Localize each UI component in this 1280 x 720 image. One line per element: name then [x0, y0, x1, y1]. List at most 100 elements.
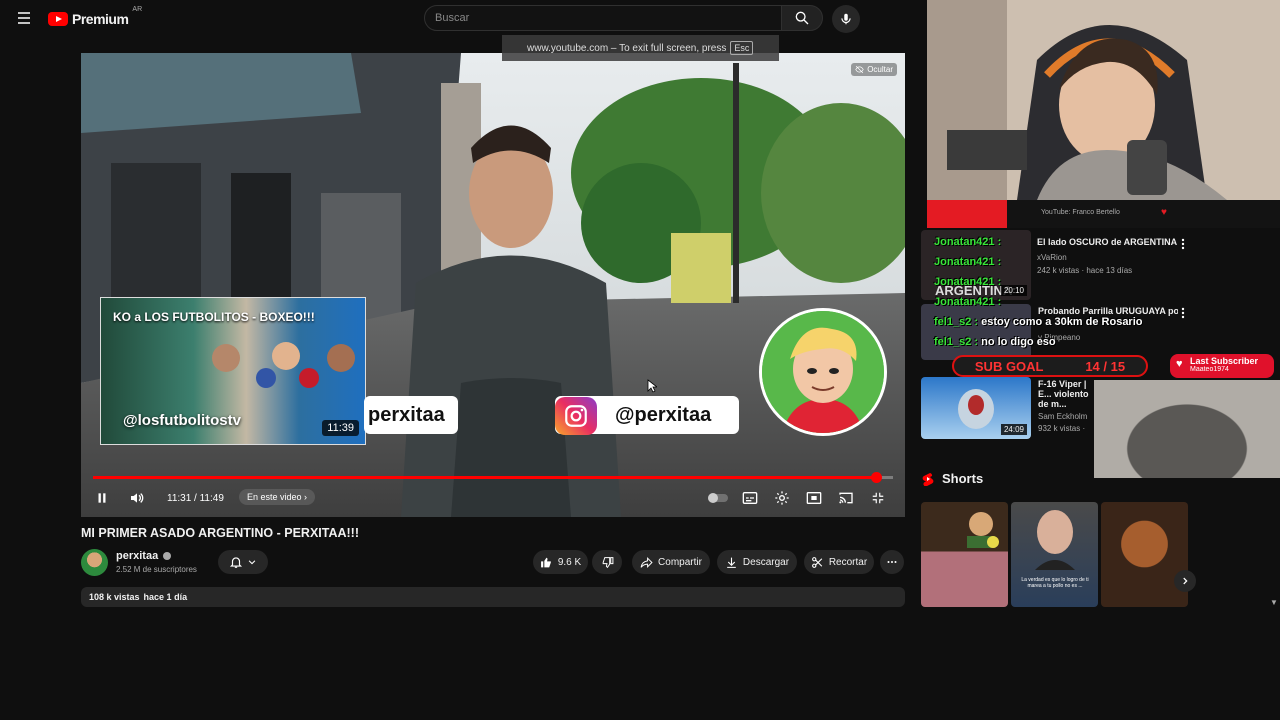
notifications-button[interactable]	[218, 550, 268, 574]
like-count: 9.6 K	[557, 556, 582, 568]
dislike-button[interactable]	[592, 550, 622, 574]
heart-icon: ♥	[1161, 207, 1167, 218]
chat-user: Jonatan421	[934, 236, 995, 248]
description-box[interactable]: 108 k vistas hace 1 día	[81, 587, 905, 607]
volume-button[interactable]	[125, 487, 149, 509]
cast-icon	[839, 492, 853, 504]
download-icon	[727, 557, 736, 568]
fullscreen-notice-text: www.youtube.com – To exit full screen, p…	[527, 42, 727, 54]
youtube-logo[interactable]: Premium AR	[48, 6, 142, 28]
clip-label: Recortar	[828, 556, 868, 568]
video-player[interactable]: Ocultar KO a LOS FUTBOLITOS - BOXEO!!! @…	[81, 53, 905, 517]
pause-button[interactable]	[91, 487, 113, 509]
chat-user: fel1_s2	[934, 316, 972, 328]
microphone-icon	[841, 13, 851, 25]
shorts-next-button[interactable]	[1174, 570, 1196, 592]
progress-fill	[93, 476, 877, 479]
time-display: 11:31 / 11:49	[167, 492, 224, 504]
menu-icon[interactable]	[12, 6, 36, 30]
scroll-down-icon[interactable]: ▼	[1270, 598, 1278, 607]
recommendation-item[interactable]: F-16 Viper | E... violento de m... Sam E…	[1038, 379, 1092, 433]
sub-goal-value: 14 / 15	[1085, 358, 1126, 374]
channel-avatar[interactable]	[81, 549, 108, 576]
chat-message: Jonatan421 :	[934, 276, 1002, 288]
more-vert-icon[interactable]	[1181, 307, 1185, 319]
share-button[interactable]: Compartir	[632, 550, 710, 574]
chat-message: Jonatan421 :	[934, 296, 1002, 308]
recommendation-title: F-16 Viper | E... violento de m...	[1038, 379, 1089, 409]
chevron-down-icon	[248, 560, 256, 565]
handle-tag-left: perxitaa	[364, 396, 458, 434]
video-frame	[81, 53, 905, 517]
fullscreen-notice: www.youtube.com – To exit full screen, p…	[502, 35, 779, 61]
like-button[interactable]: 9.6 K	[533, 550, 588, 574]
clip-button[interactable]: Recortar	[804, 550, 874, 574]
search-button[interactable]	[781, 5, 823, 31]
sub-goal-label: SUB GOAL	[974, 358, 1044, 374]
more-actions-button[interactable]	[880, 550, 904, 574]
chat-text: estoy como a 30km de Rosario	[981, 316, 1143, 328]
exit-fullscreen-button[interactable]	[865, 487, 891, 509]
hide-overlay-button[interactable]: Ocultar	[851, 63, 897, 76]
sub-goal-widget: SUB GOAL 14 / 15	[952, 355, 1148, 377]
shorts-icon	[922, 472, 934, 486]
streamer-webcam	[927, 0, 1280, 200]
hide-label: Ocultar	[867, 65, 893, 74]
short-card[interactable]	[1101, 502, 1188, 607]
chat-message: Jonatan421 :	[934, 256, 1002, 268]
thumbnail-duration: 24:09	[1000, 424, 1027, 435]
miniplayer-button[interactable]	[801, 487, 827, 509]
subtitles-button[interactable]	[737, 487, 763, 509]
chapter-button[interactable]: En este video ›	[239, 489, 316, 505]
banner-text: YouTube: Franco Bertello	[1041, 209, 1120, 216]
banner-accent	[927, 200, 1007, 228]
more-horizontal-icon	[887, 561, 897, 563]
chapter-label: En este video	[247, 492, 302, 502]
chat-user: Jonatan421	[934, 296, 995, 308]
recommendation-thumbnail[interactable]: 24:09	[921, 377, 1031, 439]
search-input[interactable]: Buscar	[424, 5, 782, 31]
subscriber-count: 2.52 M de suscriptores	[116, 565, 197, 574]
chat-user: Jonatan421	[934, 256, 995, 268]
view-count: 108 k vistas	[89, 592, 140, 602]
short-card[interactable]: La verdad es que lo logro de ti marea a …	[1011, 502, 1098, 607]
endscreen-video-card[interactable]: KO a LOS FUTBOLITOS - BOXEO!!! @losfutbo…	[100, 297, 366, 445]
endcard-title: KO a LOS FUTBOLITOS - BOXEO!!!	[113, 310, 315, 324]
endcard-figures	[212, 342, 355, 388]
endcard-handle: @losfutbolitostv	[123, 412, 241, 429]
thumbs-up-icon	[540, 557, 551, 567]
channel-subscribe-avatar[interactable]	[759, 308, 887, 436]
settings-button[interactable]	[769, 487, 795, 509]
thumbs-down-icon	[602, 556, 613, 568]
progress-scrubber[interactable]	[870, 472, 882, 483]
exit-fullscreen-icon	[872, 492, 884, 504]
volume-icon	[131, 493, 144, 503]
download-button[interactable]: Descargar	[717, 550, 797, 574]
recommendation-channel: Sam Eckholm	[1038, 412, 1088, 421]
chat-text: no lo digo eso	[981, 336, 1056, 348]
channel-name-text: perxitaa	[116, 550, 159, 562]
last-subscriber-widget: ♥ Last Subscriber Maateo1974	[1170, 354, 1274, 378]
channel-name[interactable]: perxitaa	[116, 550, 172, 562]
autoplay-toggle[interactable]	[705, 487, 731, 509]
chat-message: fel1_s2 : estoy como a 30km de Rosario	[934, 316, 1143, 328]
short-card[interactable]	[921, 502, 1008, 607]
cast-button[interactable]	[833, 487, 859, 509]
pause-icon	[98, 493, 106, 503]
youtube-play-icon	[48, 12, 68, 26]
endcard-duration: 11:39	[322, 420, 359, 436]
heart-icon: ♥	[1176, 358, 1183, 370]
logo-text: Premium	[72, 11, 129, 27]
stream-chat: Jonatan421 : Jonatan421 : Jonatan421 : J…	[934, 232, 1143, 352]
voice-search-button[interactable]	[832, 5, 860, 33]
more-vert-icon[interactable]	[1181, 238, 1185, 250]
escape-key-label: Esc	[730, 41, 754, 55]
search-icon	[795, 11, 809, 25]
scissors-icon	[811, 556, 823, 568]
upload-age: hace 1 día	[143, 592, 188, 602]
last-sub-name: Maateo1974	[1190, 366, 1229, 373]
chat-user: Jonatan421	[934, 276, 995, 288]
short-caption: La verdad es que lo logro de ti marea a …	[1021, 577, 1089, 589]
chat-message: Jonatan421 :	[934, 236, 1002, 248]
download-label: Descargar	[742, 556, 790, 568]
